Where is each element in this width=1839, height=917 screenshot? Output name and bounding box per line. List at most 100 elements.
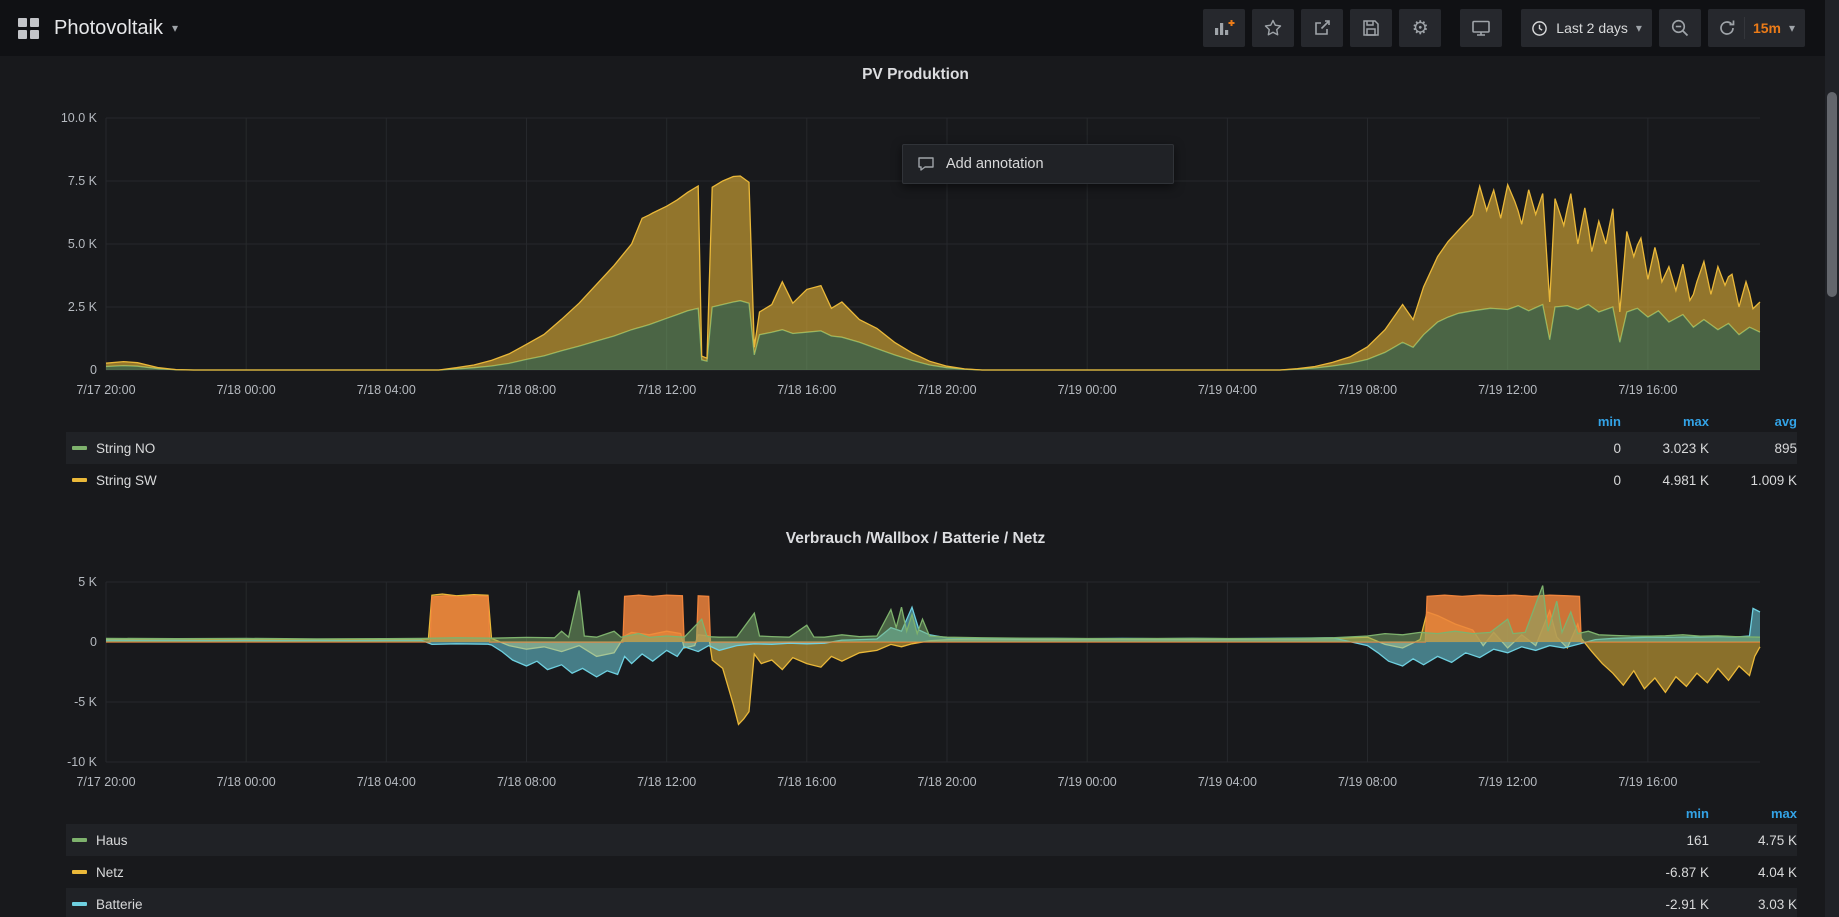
panel-verbrauch: Verbrauch /Wallbox / Batterie / Netz 7/1…	[6, 520, 1825, 917]
svg-text:7/18 08:00: 7/18 08:00	[497, 383, 556, 397]
legend-sort-avg[interactable]: avg	[1709, 414, 1797, 429]
add-annotation-menu-item[interactable]: Add annotation	[902, 144, 1174, 184]
chevron-down-icon: ▾	[172, 22, 178, 34]
pv-produktion-chart[interactable]: 7/17 20:00 7/18 00:00 7/18 04:00 7/18 08:00…	[6, 94, 1806, 404]
svg-text:7/19 00:00: 7/19 00:00	[1058, 775, 1117, 789]
svg-text:2.5 K: 2.5 K	[68, 300, 98, 314]
avg-value: 1.009 K	[1709, 473, 1797, 488]
svg-text:7/18 12:00: 7/18 12:00	[637, 775, 696, 789]
legend-row-string-sw: String SW 0 4.981 K 1.009 K	[66, 464, 1797, 496]
gear-icon: ⚙	[1412, 19, 1429, 38]
svg-text:7/18 20:00: 7/18 20:00	[917, 775, 976, 789]
legend-row-netz: Netz -6.87 K 4.04 K	[66, 856, 1797, 888]
star-icon	[1263, 18, 1283, 38]
max-value: 3.03 K	[1709, 897, 1797, 912]
time-range-label: Last 2 days	[1556, 20, 1628, 36]
share-dashboard-button[interactable]	[1301, 9, 1343, 47]
min-value: 0	[1533, 441, 1621, 456]
svg-text:10.0 K: 10.0 K	[61, 111, 98, 125]
dashboards-grid-icon[interactable]	[18, 18, 39, 39]
svg-text:7/17 20:00: 7/17 20:00	[76, 383, 135, 397]
panel-title[interactable]: Verbrauch /Wallbox / Batterie / Netz	[6, 520, 1825, 558]
legend-header: min max	[66, 802, 1797, 824]
svg-text:7/19 16:00: 7/19 16:00	[1618, 775, 1677, 789]
min-value: 161	[1621, 833, 1709, 848]
refresh-interval-label: 15m	[1753, 20, 1781, 36]
tv-mode-button[interactable]	[1460, 9, 1502, 47]
svg-text:-5 K: -5 K	[74, 695, 98, 709]
zoom-out-time-button[interactable]	[1659, 9, 1701, 47]
svg-text:7/19 08:00: 7/19 08:00	[1338, 383, 1397, 397]
legend-sort-max[interactable]: max	[1709, 806, 1797, 821]
svg-text:7/18 08:00: 7/18 08:00	[497, 775, 556, 789]
series-name[interactable]: String NO	[96, 441, 1533, 456]
chart-area-verbrauch: 7/17 20:007/18 00:007/18 04:007/18 08:00…	[6, 558, 1825, 796]
panel-pv-produktion: PV Produktion 7/17 20:00 7/18 00:00 7/18 0…	[6, 56, 1825, 506]
max-value: 4.75 K	[1709, 833, 1797, 848]
avg-value: 895	[1709, 441, 1797, 456]
page-scrollbar[interactable]	[1825, 0, 1839, 917]
star-dashboard-button[interactable]	[1252, 9, 1294, 47]
svg-text:7.5 K: 7.5 K	[68, 174, 98, 188]
svg-text:7/19 16:00: 7/19 16:00	[1618, 383, 1677, 397]
svg-text:0: 0	[90, 363, 97, 377]
svg-text:-10 K: -10 K	[67, 755, 98, 769]
dashboard-title-picker[interactable]: Photovoltaik ▾	[54, 17, 178, 40]
dashboard-settings-button[interactable]: ⚙	[1399, 9, 1441, 47]
svg-text:7/18 04:00: 7/18 04:00	[357, 775, 416, 789]
add-annotation-label: Add annotation	[946, 156, 1044, 172]
series-name[interactable]: Netz	[96, 865, 1621, 880]
chevron-down-icon: ▾	[1789, 22, 1795, 34]
divider	[1744, 17, 1745, 39]
dashboard-body: PV Produktion 7/17 20:00 7/18 00:00 7/18 0…	[0, 56, 1825, 917]
series-name[interactable]: String SW	[96, 473, 1533, 488]
legend-pv: min max avg String NO 0 3.023 K 895 Stri…	[6, 404, 1825, 506]
svg-text:7/19 08:00: 7/19 08:00	[1338, 775, 1397, 789]
max-value: 4.981 K	[1621, 473, 1709, 488]
series-swatch[interactable]	[72, 902, 87, 906]
series-swatch[interactable]	[72, 478, 87, 482]
svg-text:7/18 16:00: 7/18 16:00	[777, 775, 836, 789]
min-value: 0	[1533, 473, 1621, 488]
annotation-comment-icon	[917, 155, 935, 173]
legend-sort-max[interactable]: max	[1621, 414, 1709, 429]
panel-title[interactable]: PV Produktion	[6, 56, 1825, 94]
svg-text:7/18 00:00: 7/18 00:00	[217, 775, 276, 789]
legend-verbrauch: min max Haus 161 4.75 K Netz -6.87 K 4.0…	[6, 796, 1825, 917]
legend-row-string-no: String NO 0 3.023 K 895	[66, 432, 1797, 464]
max-value: 3.023 K	[1621, 441, 1709, 456]
series-swatch[interactable]	[72, 838, 87, 842]
legend-header: min max avg	[66, 410, 1797, 432]
svg-text:7/19 04:00: 7/19 04:00	[1198, 383, 1257, 397]
chevron-down-icon: ▾	[1636, 22, 1642, 34]
legend-row-haus: Haus 161 4.75 K	[66, 824, 1797, 856]
svg-text:5.0 K: 5.0 K	[68, 237, 98, 251]
svg-text:0: 0	[90, 635, 97, 649]
series-name[interactable]: Batterie	[96, 897, 1621, 912]
dashboard-title: Photovoltaik	[54, 17, 163, 40]
svg-text:7/18 04:00: 7/18 04:00	[357, 383, 416, 397]
add-panel-icon	[1213, 18, 1235, 38]
legend-sort-min[interactable]: min	[1533, 414, 1621, 429]
scrollbar-thumb[interactable]	[1827, 92, 1837, 297]
time-range-picker[interactable]: Last 2 days ▾	[1521, 9, 1652, 47]
svg-text:7/18 16:00: 7/18 16:00	[777, 383, 836, 397]
refresh-picker[interactable]: 15m ▾	[1708, 9, 1805, 47]
series-name[interactable]: Haus	[96, 833, 1621, 848]
verbrauch-chart[interactable]: 7/17 20:007/18 00:007/18 04:007/18 08:00…	[6, 558, 1806, 796]
svg-text:7/18 12:00: 7/18 12:00	[637, 383, 696, 397]
svg-text:7/18 00:00: 7/18 00:00	[217, 383, 276, 397]
svg-text:7/19 00:00: 7/19 00:00	[1058, 383, 1117, 397]
svg-text:7/19 04:00: 7/19 04:00	[1198, 775, 1257, 789]
monitor-icon	[1471, 18, 1491, 38]
series-swatch[interactable]	[72, 446, 87, 450]
share-icon	[1312, 18, 1332, 38]
svg-text:7/18 20:00: 7/18 20:00	[917, 383, 976, 397]
save-dashboard-button[interactable]	[1350, 9, 1392, 47]
clock-icon	[1531, 20, 1548, 37]
add-panel-button[interactable]	[1203, 9, 1245, 47]
max-value: 4.04 K	[1709, 865, 1797, 880]
legend-sort-min[interactable]: min	[1621, 806, 1709, 821]
svg-text:5 K: 5 K	[78, 575, 97, 589]
series-swatch[interactable]	[72, 870, 87, 874]
